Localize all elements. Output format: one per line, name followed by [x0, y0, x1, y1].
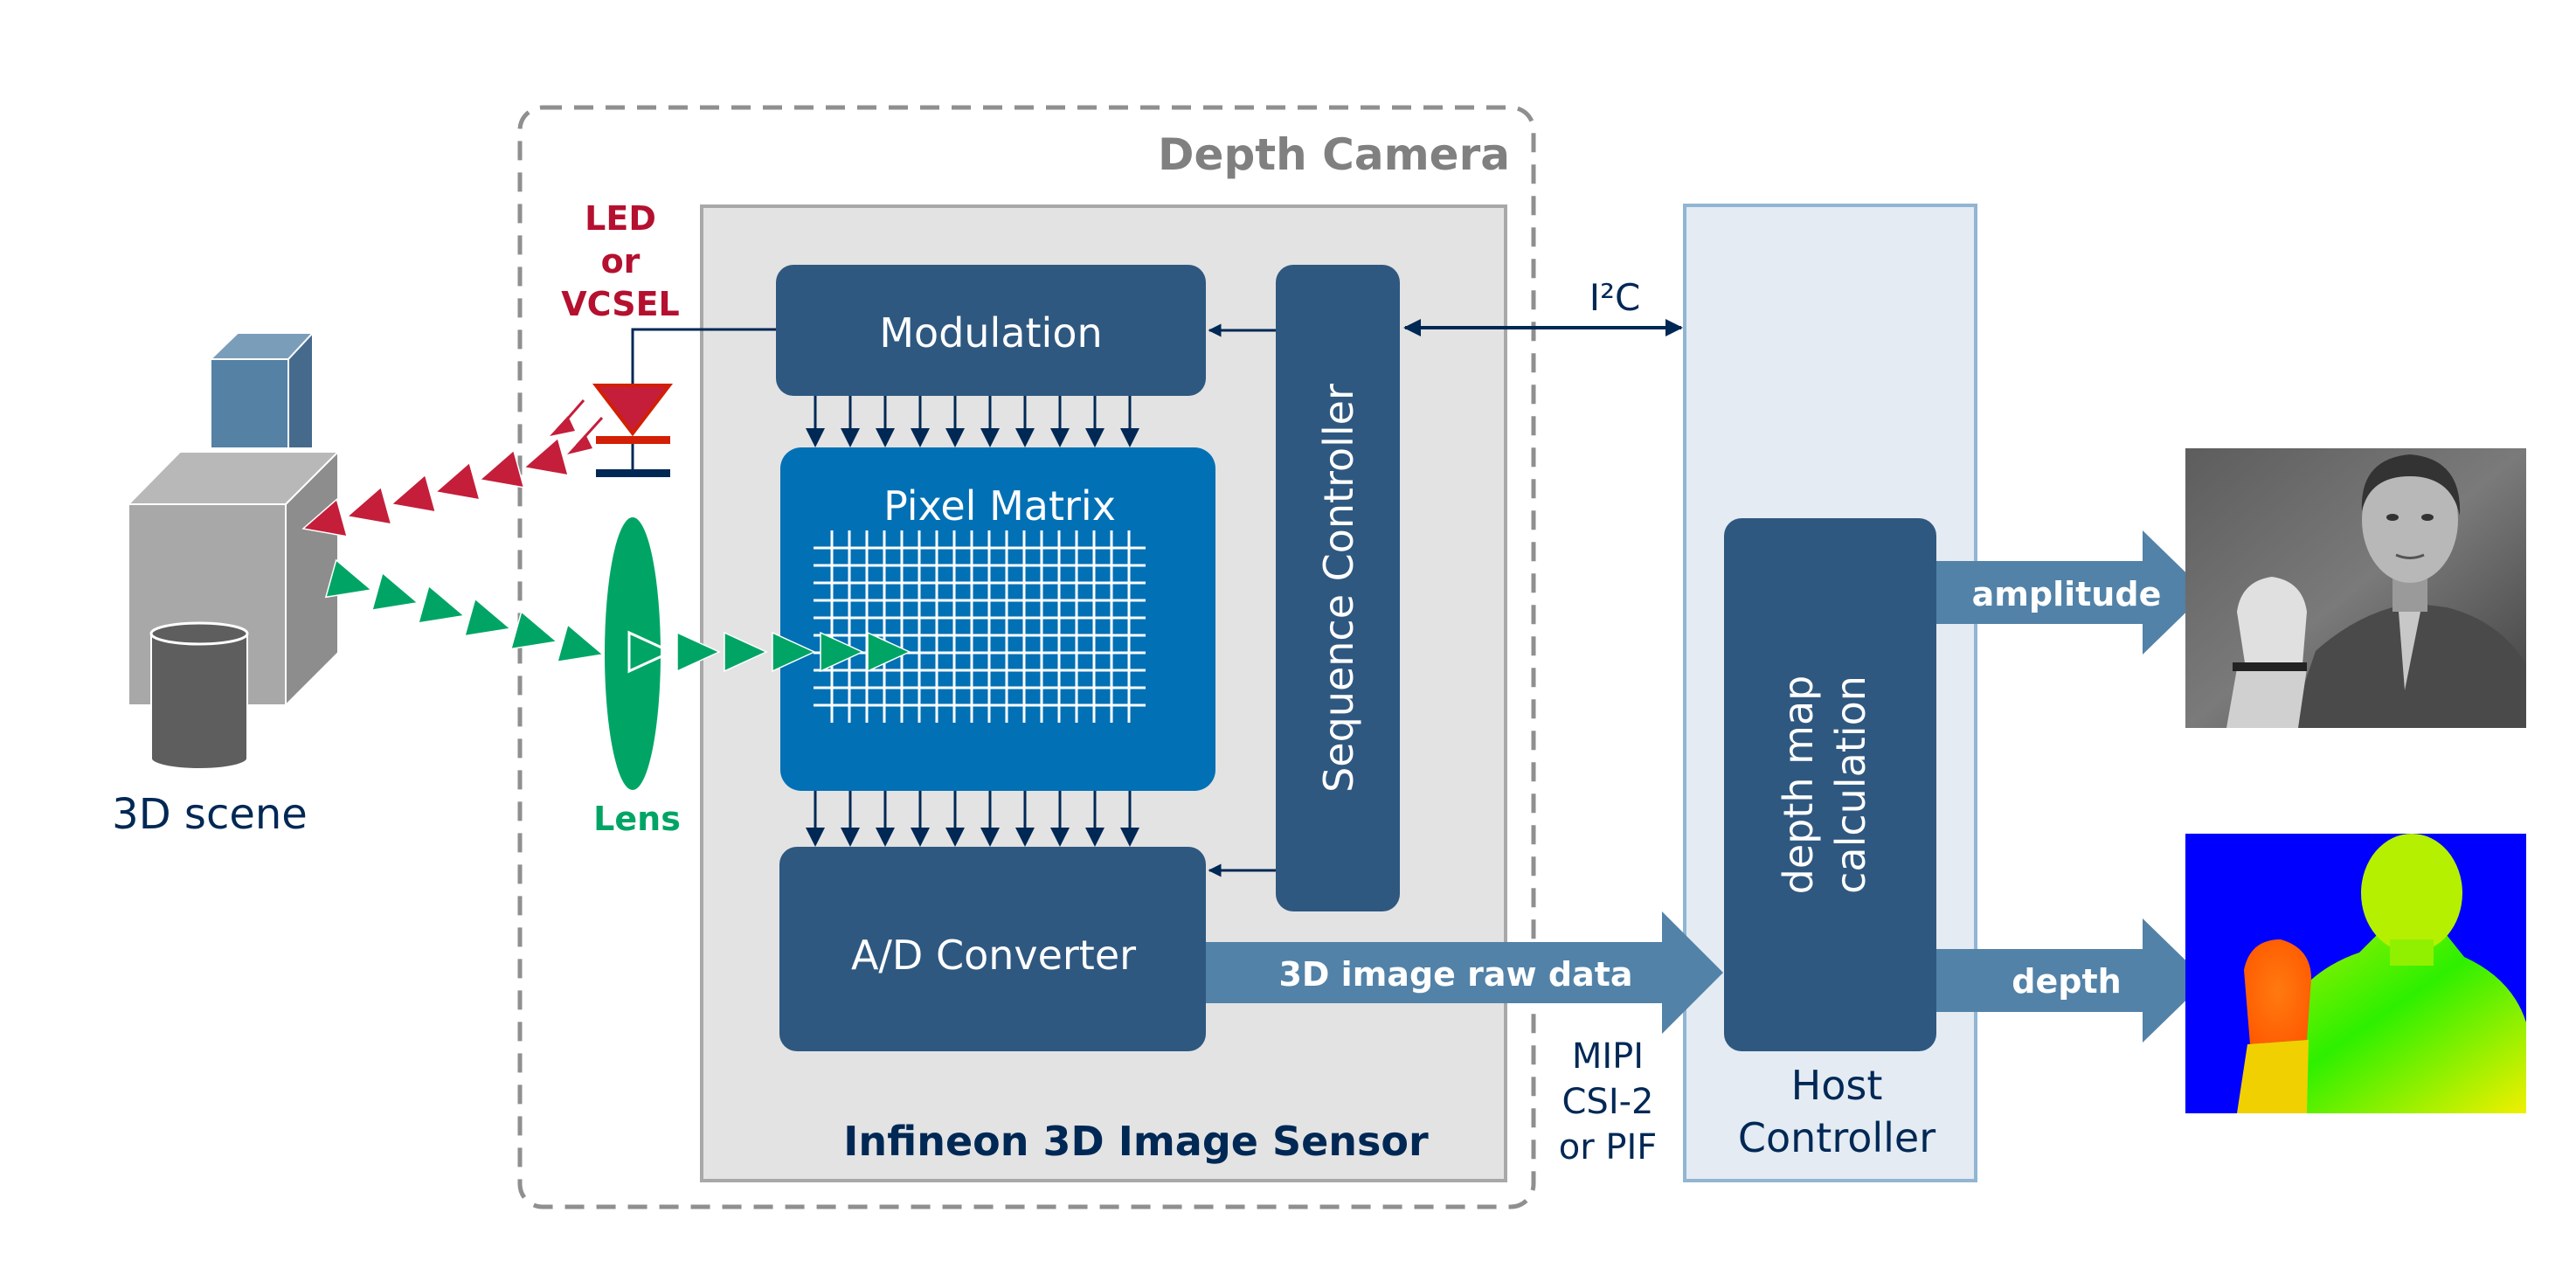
ad-converter-label: A/D Converter — [851, 932, 1136, 979]
blue-cube-icon — [208, 330, 315, 449]
image-sensor-label: Infineon 3D Image Sensor — [843, 1118, 1429, 1165]
modulation-label: Modulation — [879, 309, 1102, 357]
emitter-label-line-2: or — [601, 242, 641, 281]
sequence-controller-label: Sequence Controller — [1315, 384, 1362, 793]
red-light-pulse-icon — [345, 486, 392, 525]
green-light-pulse-icon — [417, 585, 466, 624]
emitter-label-line-1: LED — [585, 199, 656, 238]
green-light-pulse-icon — [556, 623, 605, 663]
amplitude-image — [2185, 448, 2526, 728]
led-diode-icon — [550, 384, 674, 477]
interface-label-line-1: MIPI — [1572, 1036, 1644, 1077]
emitted-light-pulses — [301, 437, 570, 537]
interface-label-line-2: CSI-2 — [1562, 1082, 1654, 1122]
emitter-label-line-3: VCSEL — [561, 285, 680, 323]
i2c-label: I²C — [1589, 276, 1641, 319]
raw-data-label: 3D image raw data — [1278, 955, 1632, 994]
depth-camera-label: Depth Camera — [1158, 129, 1510, 180]
red-light-pulse-icon — [434, 461, 481, 501]
red-light-pulse-icon — [390, 474, 437, 513]
green-light-pulse-icon — [370, 572, 419, 611]
emitter-label: LED or VCSEL — [561, 199, 680, 323]
cylinder-icon — [149, 621, 249, 770]
red-light-pulse-icon — [523, 437, 570, 476]
lens-label: Lens — [593, 800, 681, 838]
tof-depth-camera-diagram: 3D scene Depth Camera LED or VCSEL Infin… — [112, 105, 2526, 1209]
depth-label: depth — [2012, 962, 2121, 1001]
host-label-line-2: Controller — [1738, 1114, 1935, 1161]
pixel-matrix-label: Pixel Matrix — [883, 482, 1116, 530]
scene-objects — [126, 330, 341, 770]
depth-map-label-line-1: depth map — [1775, 676, 1822, 895]
amplitude-label: amplitude — [1972, 575, 2162, 613]
host-label-line-1: Host — [1791, 1062, 1883, 1109]
red-light-pulse-icon — [478, 449, 525, 488]
lens-icon — [605, 517, 661, 790]
green-light-pulse-icon — [463, 597, 512, 637]
interface-label-line-3: or PIF — [1559, 1127, 1658, 1168]
scene-label: 3D scene — [112, 790, 308, 839]
depth-image — [2185, 834, 2526, 1113]
depth-map-label-line-2: calculation — [1827, 676, 1874, 894]
